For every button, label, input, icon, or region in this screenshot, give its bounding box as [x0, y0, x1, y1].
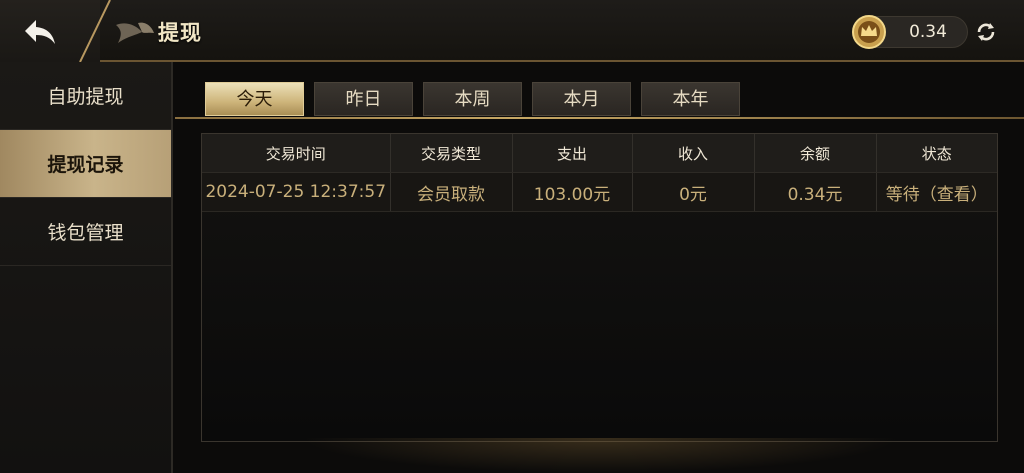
refresh-icon	[977, 23, 995, 41]
table-row: 2024-07-25 12:37:57 会员取款 103.00元 0元 0.34…	[202, 172, 997, 212]
page-title: 提现	[158, 21, 202, 45]
moth-ornament-icon	[116, 22, 154, 43]
tab-yesterday[interactable]: 昨日	[314, 82, 413, 116]
tab-today[interactable]: 今天	[205, 82, 304, 116]
cell-type: 会员取款	[390, 172, 513, 212]
tabs-divider	[175, 117, 1024, 119]
cell-status-view-link[interactable]: 等待（查看）	[876, 172, 997, 212]
sidebar-item-label: 提现记录	[47, 154, 124, 176]
title-group: 提现	[112, 12, 202, 52]
column-header-income: 收入	[632, 134, 755, 173]
sidebar-item-wallet-management[interactable]: 钱包管理	[0, 198, 171, 266]
cell-balance: 0.34元	[754, 172, 877, 212]
records-table-panel: 交易时间 交易类型 支出 收入 余额 状态 2024-07-25 12:37:5…	[201, 133, 998, 442]
tab-this-week[interactable]: 本周	[423, 82, 522, 116]
column-header-expense: 支出	[512, 134, 633, 173]
sidebar-item-withdraw-records[interactable]: 提现记录	[0, 130, 171, 198]
refresh-button[interactable]	[974, 20, 998, 44]
column-header-balance: 余额	[754, 134, 877, 173]
column-header-time: 交易时间	[202, 134, 391, 173]
sidebar-item-self-withdraw[interactable]: 自助提现	[0, 62, 171, 130]
cell-time: 2024-07-25 12:37:57	[202, 172, 391, 212]
back-button[interactable]	[18, 14, 62, 50]
table-header-row: 交易时间 交易类型 支出 收入 余额 状态	[202, 134, 997, 173]
crown-coin-icon	[852, 15, 886, 49]
bottom-glow-decoration	[300, 438, 900, 473]
date-filter-tabs: 今天 昨日 本周 本月 本年	[205, 82, 740, 118]
records-table: 交易时间 交易类型 支出 收入 余额 状态 2024-07-25 12:37:5…	[202, 134, 997, 212]
sidebar-item-label: 钱包管理	[47, 222, 124, 244]
header-divider-ornament	[79, 0, 111, 62]
column-header-type: 交易类型	[390, 134, 513, 173]
tab-this-year[interactable]: 本年	[641, 82, 740, 116]
top-bar: 提现 0.34	[0, 0, 1024, 62]
cell-income: 0元	[632, 172, 755, 212]
sidebar-item-label: 自助提现	[47, 86, 124, 108]
cell-expense: 103.00元	[512, 172, 633, 212]
tab-this-month[interactable]: 本月	[532, 82, 631, 116]
balance-value: 0.34	[909, 22, 947, 42]
back-arrow-icon	[25, 20, 55, 44]
balance-display: 0.34	[852, 15, 968, 49]
sidebar: 自助提现 提现记录 钱包管理	[0, 62, 173, 473]
column-header-status: 状态	[876, 134, 997, 173]
